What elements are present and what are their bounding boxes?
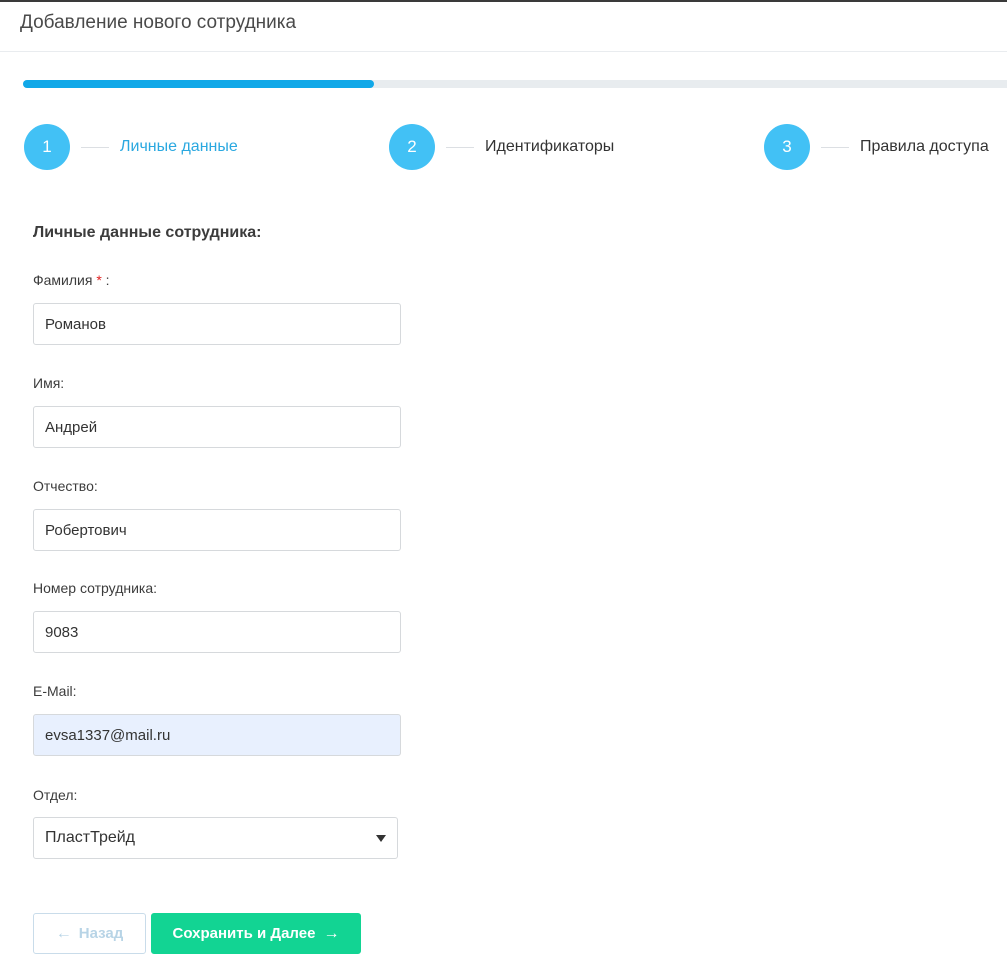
- step-connector-line: [821, 146, 849, 148]
- step-number-badge: 1: [24, 124, 70, 170]
- department-selected-value: ПластТрейд: [45, 829, 136, 846]
- email-input[interactable]: [33, 714, 401, 756]
- step-number-badge: 2: [389, 124, 435, 170]
- step-connector-line: [446, 146, 474, 148]
- page-header: Добавление нового сотрудника: [0, 2, 1007, 52]
- wizard-step-access-rules[interactable]: 3 Правила доступа: [764, 124, 989, 170]
- last-name-label-text: Фамилия: [33, 272, 93, 288]
- employee-number-label: Номер сотрудника:: [33, 580, 158, 596]
- wizard-step-identifiers[interactable]: 2 Идентификаторы: [389, 124, 614, 170]
- wizard-step-personal-data[interactable]: 1 Личные данные: [24, 124, 238, 170]
- page-title: Добавление нового сотрудника: [20, 12, 297, 33]
- employee-number-input[interactable]: [33, 611, 401, 653]
- back-button-label: Назад: [78, 925, 124, 942]
- save-and-next-button[interactable]: Сохранить и Далее →: [151, 913, 361, 954]
- first-name-label: Имя:: [33, 375, 65, 391]
- wizard-progress-bar: [23, 80, 1007, 88]
- section-title: Личные данные сотрудника:: [33, 224, 262, 241]
- step-number-badge: 3: [764, 124, 810, 170]
- save-and-next-label: Сохранить и Далее: [172, 925, 316, 942]
- department-label: Отдел:: [33, 787, 78, 803]
- wizard-progress-fill: [23, 80, 374, 88]
- step-connector-line: [81, 146, 109, 148]
- label-colon: :: [101, 272, 110, 288]
- last-name-label: Фамилия * :: [33, 272, 110, 288]
- back-button[interactable]: ← Назад: [33, 913, 146, 954]
- step-label: Идентификаторы: [485, 138, 615, 155]
- middle-name-label: Отчество:: [33, 478, 98, 494]
- arrow-right-icon: →: [323, 924, 340, 942]
- arrow-left-icon: ←: [55, 924, 72, 942]
- step-label: Личные данные: [120, 138, 238, 155]
- caret-down-icon: [376, 834, 386, 842]
- middle-name-input[interactable]: [33, 509, 401, 551]
- email-label: E-Mail:: [33, 683, 77, 699]
- first-name-input[interactable]: [33, 406, 401, 448]
- department-select[interactable]: ПластТрейд: [33, 817, 398, 859]
- step-label: Правила доступа: [860, 138, 989, 155]
- last-name-input[interactable]: [33, 303, 401, 345]
